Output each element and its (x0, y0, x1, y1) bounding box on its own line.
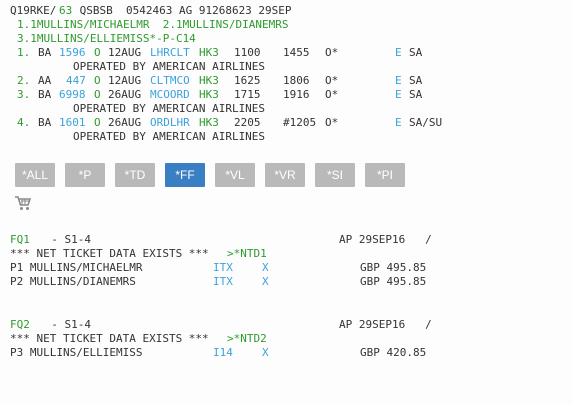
view-button-td[interactable]: *TD (115, 163, 155, 187)
view-button-vr[interactable]: *VR (265, 163, 305, 187)
view-button-ff[interactable]: *FF (165, 163, 205, 187)
segment-status: HK3 (199, 74, 219, 87)
fare-amount: GBP 495.85 (360, 275, 427, 288)
carrier-code: BA (38, 46, 52, 59)
flight-number-link[interactable]: 1601 (59, 116, 86, 130)
view-button-p[interactable]: *P (65, 163, 105, 187)
flight-date: 12AUG (108, 74, 142, 87)
departure-time: 1100 (234, 46, 261, 59)
advance-purchase: AP 29SEP16 / (339, 318, 432, 331)
net-ticket-link[interactable]: >*NTD2 (227, 332, 267, 346)
view-button-vl[interactable]: *VL (215, 163, 255, 187)
operated-by-text: OPERATED BY AMERICAN AIRLINES (73, 102, 266, 115)
operated-by-text: OPERATED BY AMERICAN AIRLINES (73, 60, 266, 73)
segment-remark: SA (409, 74, 423, 87)
e-ticket-link[interactable]: E (395, 46, 402, 60)
segment-number[interactable]: 1. (17, 46, 30, 60)
booking-class: O (94, 88, 101, 101)
booking-class: O (94, 116, 101, 129)
passenger-names-2[interactable]: 3.1MULLINS/ELLIEMISS*-P-C14 (17, 32, 196, 46)
header-details: QSBSB 0542463 AG 91268623 29SEP (73, 4, 292, 17)
advance-purchase: AP 29SEP16 / (339, 233, 432, 246)
segment-number[interactable]: 4. (17, 116, 30, 130)
carrier-code: BA (38, 116, 52, 129)
fare-quote-link[interactable]: FQ1 (10, 233, 30, 247)
meal-code: O* (325, 46, 339, 59)
arrival-time: 1455 (283, 46, 310, 59)
sequence-link[interactable]: 63 (59, 4, 72, 18)
operated-by-text: OPERATED BY AMERICAN AIRLINES (73, 130, 266, 143)
segment-number[interactable]: 2. (17, 74, 30, 88)
record-locator: Q19RKE/ (10, 4, 57, 17)
segment-status: HK3 (199, 88, 219, 101)
passenger-names-1[interactable]: 1.1MULLINS/MICHAELMR 2.1MULLINS/DIANEMRS (17, 18, 289, 32)
booking-class: O (94, 74, 101, 87)
fare-quote-link[interactable]: FQ2 (10, 318, 30, 332)
meal-code: O* (325, 116, 339, 129)
meal-code: O* (325, 74, 339, 87)
arrival-time: 1916 (283, 88, 310, 101)
e-ticket-link[interactable]: E (395, 88, 402, 102)
flight-date: 26AUG (108, 88, 142, 101)
route-link[interactable]: ORDLHR (150, 116, 190, 130)
net-ticket-text: *** NET TICKET DATA EXISTS *** (10, 332, 216, 345)
flight-number-link[interactable]: 1596 (59, 46, 86, 60)
view-button-si[interactable]: *SI (315, 163, 355, 187)
segment-status: HK3 (199, 116, 219, 129)
net-ticket-link[interactable]: >*NTD1 (227, 247, 267, 261)
fare-x-link[interactable]: X (262, 346, 269, 360)
net-ticket-text: *** NET TICKET DATA EXISTS *** (10, 247, 216, 260)
segment-remark: SA (409, 88, 423, 101)
flight-number-link[interactable]: 6998 (59, 88, 86, 102)
fare-amount: GBP 420.85 (360, 346, 427, 359)
fare-segments: - S1-4 (38, 318, 91, 331)
segment-number[interactable]: 3. (17, 88, 30, 102)
departure-time: 1715 (234, 88, 261, 101)
route-link[interactable]: LHRCLT (150, 46, 190, 60)
fare-x-link[interactable]: X (262, 275, 269, 289)
route-link[interactable]: CLTMCO (150, 74, 190, 88)
fare-segments: - S1-4 (38, 233, 91, 246)
passenger-type-link[interactable]: I14 (213, 346, 233, 360)
view-button-pi[interactable]: *PI (365, 163, 405, 187)
departure-time: 2205 (234, 116, 261, 129)
e-ticket-link[interactable]: E (395, 116, 402, 130)
departure-time: 1625 (234, 74, 261, 87)
flight-date: 12AUG (108, 46, 142, 59)
segment-status: HK3 (199, 46, 219, 59)
arrival-time: #1205 (283, 116, 317, 129)
route-link[interactable]: MCOORD (150, 88, 190, 102)
arrival-time: 1806 (283, 74, 310, 87)
flight-date: 26AUG (108, 116, 142, 129)
pnr-header: Q19RKE/ 63 QSBSB 0542463 AG 91268623 29S… (0, 4, 292, 18)
passenger-line-2: 3.1MULLINS/ELLIEMISS*-P-C14 (0, 32, 196, 46)
passenger-name: P2 MULLINS/DIANEMRS (10, 275, 136, 288)
view-button-all[interactable]: *ALL (15, 163, 55, 187)
meal-code: O* (325, 88, 339, 101)
carrier-code: BA (38, 88, 52, 101)
passenger-name: P3 MULLINS/ELLIEMISS (10, 346, 143, 359)
flight-number-link[interactable]: 447 (66, 74, 86, 88)
passenger-type-link[interactable]: ITX (213, 275, 233, 289)
segment-remark: SA (409, 46, 423, 59)
e-ticket-link[interactable]: E (395, 74, 402, 88)
carrier-code: AA (38, 74, 52, 87)
fare-x-link[interactable]: X (262, 261, 269, 275)
passenger-type-link[interactable]: ITX (213, 261, 233, 275)
fare-amount: GBP 495.85 (360, 261, 427, 274)
segment-remark: SA/SU (409, 116, 443, 129)
passenger-name: P1 MULLINS/MICHAELMR (10, 261, 143, 274)
passenger-line-1: 1.1MULLINS/MICHAELMR 2.1MULLINS/DIANEMRS (0, 18, 289, 32)
shopping-cart-icon[interactable] (14, 194, 32, 212)
booking-class: O (94, 46, 101, 59)
